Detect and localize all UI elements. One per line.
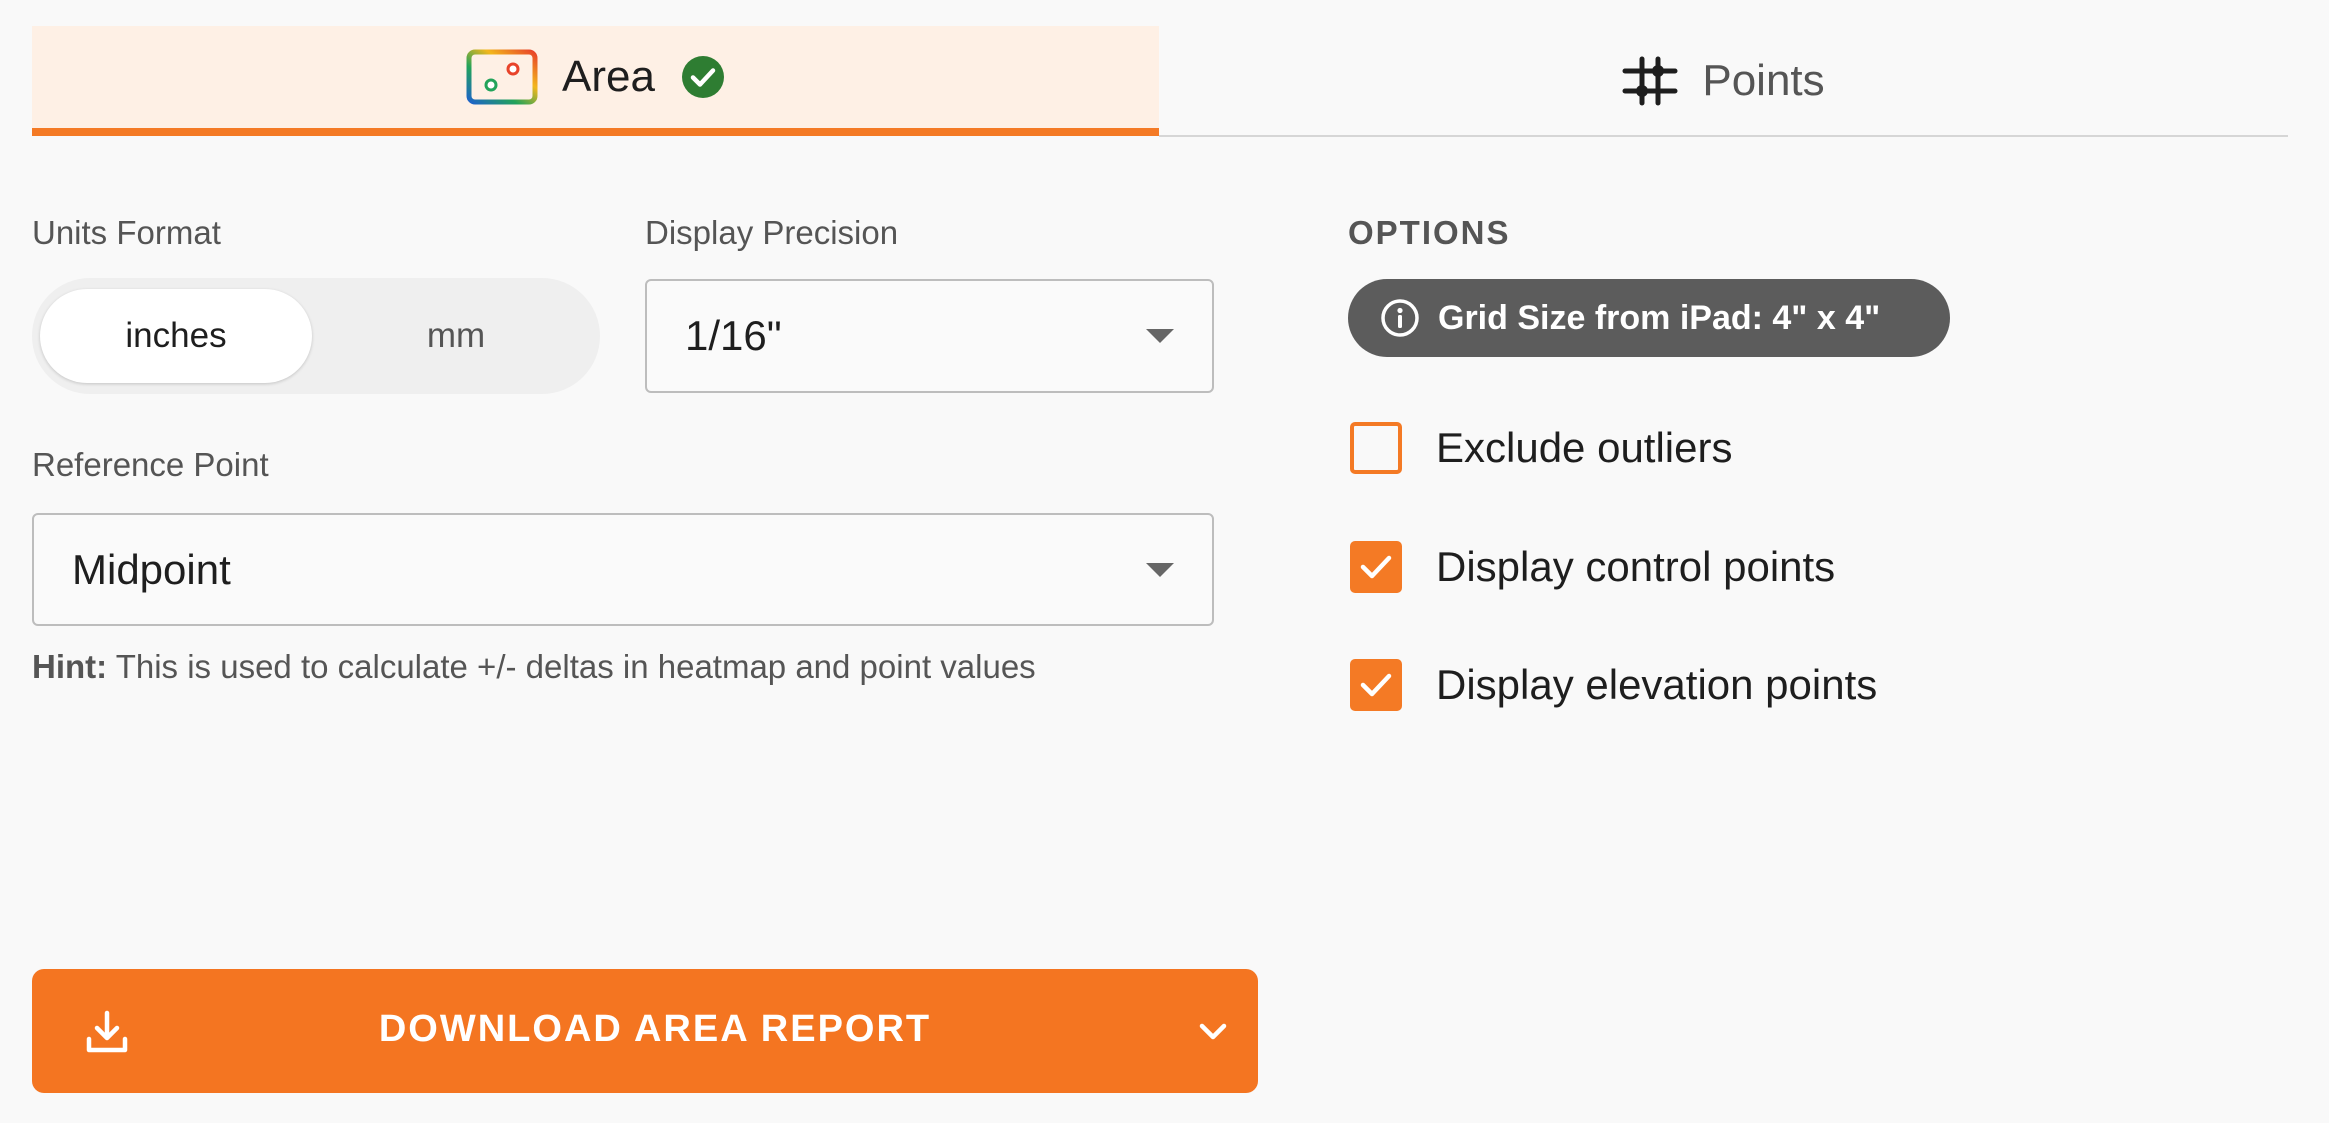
reference-point-hint: Hint: This is used to calculate +/- delt… <box>32 648 1036 686</box>
units-option-mm[interactable]: mm <box>320 289 592 383</box>
chevron-down-icon[interactable] <box>1196 1017 1230 1047</box>
units-format-label: Units Format <box>32 214 221 251</box>
exclude-outliers-label: Exclude outliers <box>1436 424 1733 471</box>
display-precision-label: Display Precision <box>645 214 899 251</box>
units-toggle: inches mm <box>32 278 600 394</box>
exclude-outliers-checkbox[interactable] <box>1350 422 1402 474</box>
units-option-inches[interactable]: inches <box>40 289 312 383</box>
grid-size-badge: Grid Size from iPad: 4" x 4" <box>1348 279 1950 357</box>
tab-points[interactable]: Points <box>1159 26 2288 136</box>
points-grid-icon <box>1622 56 1678 106</box>
download-area-report-button[interactable]: DOWNLOAD AREA REPORT <box>32 969 1258 1093</box>
display-control-points-checkbox[interactable] <box>1350 541 1402 593</box>
reference-point-select[interactable]: Midpoint <box>32 513 1214 626</box>
info-icon <box>1381 299 1419 337</box>
grid-size-text: Grid Size from iPad: 4" x 4" <box>1438 298 1881 337</box>
tab-area-label: Area <box>562 52 655 101</box>
report-tabs: Area Points <box>32 26 2288 137</box>
hint-text: This is used to calculate +/- deltas in … <box>107 648 1036 685</box>
checkmark-icon <box>1360 555 1392 579</box>
display-precision-value: 1/16" <box>685 312 782 359</box>
display-elevation-points-option[interactable]: Display elevation points <box>1350 657 1877 713</box>
checkmark-icon <box>1360 673 1392 697</box>
tab-points-label: Points <box>1702 56 1825 105</box>
download-button-label: DOWNLOAD AREA REPORT <box>378 1008 932 1050</box>
dropdown-arrow-icon <box>1146 562 1174 577</box>
hint-prefix: Hint: <box>32 648 108 685</box>
display-control-points-label: Display control points <box>1436 543 1836 590</box>
display-precision-select[interactable]: 1/16" <box>645 279 1214 393</box>
tab-area[interactable]: Area <box>32 26 1159 136</box>
display-control-points-option[interactable]: Display control points <box>1350 539 1835 595</box>
dropdown-arrow-icon <box>1146 329 1174 343</box>
options-heading: OPTIONS <box>1348 214 1511 251</box>
check-circle-icon <box>681 56 724 98</box>
heatmap-grid-icon <box>466 49 538 105</box>
display-elevation-points-label: Display elevation points <box>1436 661 1878 708</box>
exclude-outliers-option[interactable]: Exclude outliers <box>1350 420 1732 476</box>
display-elevation-points-checkbox[interactable] <box>1350 659 1402 711</box>
reference-point-value: Midpoint <box>72 545 231 593</box>
reference-point-label: Reference Point <box>32 446 269 483</box>
